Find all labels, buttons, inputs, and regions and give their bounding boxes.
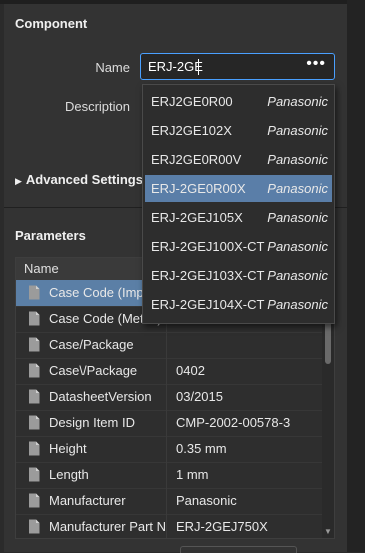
scroll-down-icon[interactable]: ▼ (324, 527, 332, 536)
dropdown-option[interactable]: ERJ2GE102X Panasonic (145, 117, 332, 144)
description-label: Description (64, 99, 130, 114)
name-label: Name (95, 60, 130, 75)
parameter-name: Manufacturer Part Number (49, 519, 167, 534)
table-row[interactable]: Manufacturer Panasonic (16, 488, 322, 515)
column-header-name[interactable]: Name (24, 261, 59, 276)
document-icon (28, 311, 40, 326)
name-autocomplete-dropdown: ERJ2GE0R00 Panasonic ERJ2GE102X Panasonic ER… (142, 84, 335, 324)
dropdown-option[interactable]: ERJ2GE0R00V Panasonic (145, 146, 332, 173)
name-input-value: ERJ-2GE (148, 59, 203, 74)
table-row[interactable]: DatasheetVersion 03/2015 (16, 384, 322, 411)
column-separator (166, 436, 167, 462)
parameter-value[interactable]: 0.35 mm (176, 441, 318, 456)
dropdown-option[interactable]: ERJ-2GE0R00X Panasonic (145, 175, 332, 202)
parameter-name: Height (49, 441, 87, 456)
option-manufacturer: Panasonic (267, 239, 328, 254)
option-part-number: ERJ2GE0R00V (151, 152, 242, 167)
parameter-value[interactable]: 0402 (176, 363, 318, 378)
dropdown-option[interactable]: ERJ-2GEJ100X-CT Panasonic (145, 233, 332, 260)
parameter-name: Length (49, 467, 89, 482)
document-icon (28, 441, 40, 456)
more-options-button[interactable]: ••• (306, 55, 326, 73)
option-manufacturer: Panasonic (267, 181, 328, 196)
option-part-number: ERJ-2GEJ103X-CT (151, 268, 265, 283)
advanced-settings-label: Advanced Settings (25, 172, 143, 187)
parameter-value[interactable]: ERJ-2GEJ750X (176, 519, 318, 534)
parameter-value[interactable]: Panasonic (176, 493, 318, 508)
option-manufacturer: Panasonic (267, 297, 328, 312)
option-part-number: ERJ-2GEJ105X (151, 210, 243, 225)
parameters-section-title: Parameters (15, 228, 86, 243)
column-separator (166, 462, 167, 488)
column-separator (166, 332, 167, 358)
option-manufacturer: Panasonic (267, 210, 328, 225)
column-separator (166, 358, 167, 384)
document-icon (28, 363, 40, 378)
triangle-right-icon: ▶ (15, 176, 22, 186)
option-part-number: ERJ2GE0R00 (151, 94, 233, 109)
dropdown-option[interactable]: ERJ2GE0R00 Panasonic (145, 88, 332, 115)
table-row[interactable]: Manufacturer Part Number ERJ-2GEJ750X (16, 514, 322, 538)
outer-right-strip (347, 0, 365, 552)
document-icon (28, 493, 40, 508)
column-separator (166, 488, 167, 514)
option-part-number: ERJ2GE102X (151, 123, 232, 138)
table-row[interactable]: Design Item ID CMP-2002-00578-3 (16, 410, 322, 437)
document-icon (28, 519, 40, 534)
option-manufacturer: Panasonic (267, 94, 328, 109)
parameter-name: Case\/Package (49, 363, 138, 378)
text-caret (198, 59, 199, 75)
document-icon (28, 467, 40, 482)
column-separator (166, 384, 167, 410)
option-manufacturer: Panasonic (267, 152, 328, 167)
name-input[interactable]: ERJ-2GE ••• (140, 53, 335, 80)
document-icon (28, 337, 40, 352)
table-row[interactable]: Length 1 mm (16, 462, 322, 489)
parameter-value[interactable]: CMP-2002-00578-3 (176, 415, 318, 430)
option-manufacturer: Panasonic (267, 123, 328, 138)
document-icon (28, 389, 40, 404)
option-part-number: ERJ-2GEJ104X-CT (151, 297, 265, 312)
document-icon (28, 285, 40, 300)
table-row[interactable]: Case\/Package 0402 (16, 358, 322, 385)
dropdown-option[interactable]: ERJ-2GEJ105X Panasonic (145, 204, 332, 231)
component-section-title: Component (15, 16, 88, 31)
parameter-name: Manufacturer (49, 493, 126, 508)
column-separator (166, 410, 167, 436)
option-manufacturer: Panasonic (267, 268, 328, 283)
column-separator (166, 514, 167, 538)
parameter-name: Case/Package (49, 337, 134, 352)
dropdown-option[interactable]: ERJ-2GEJ103X-CT Panasonic (145, 262, 332, 289)
parameter-value[interactable]: 03/2015 (176, 389, 318, 404)
table-row[interactable]: Case/Package (16, 332, 322, 359)
option-part-number: ERJ-2GE0R00X (151, 181, 246, 196)
dropdown-option[interactable]: ERJ-2GEJ104X-CT Panasonic (145, 291, 332, 318)
parameter-name: DatasheetVersion (49, 389, 152, 404)
parameter-name: Design Item ID (49, 415, 135, 430)
option-part-number: ERJ-2GEJ100X-CT (151, 239, 265, 254)
advanced-settings-toggle[interactable]: ▶ Advanced Settings (15, 172, 143, 187)
document-icon (28, 415, 40, 430)
parameter-value[interactable]: 1 mm (176, 467, 318, 482)
table-row[interactable]: Height 0.35 mm (16, 436, 322, 463)
